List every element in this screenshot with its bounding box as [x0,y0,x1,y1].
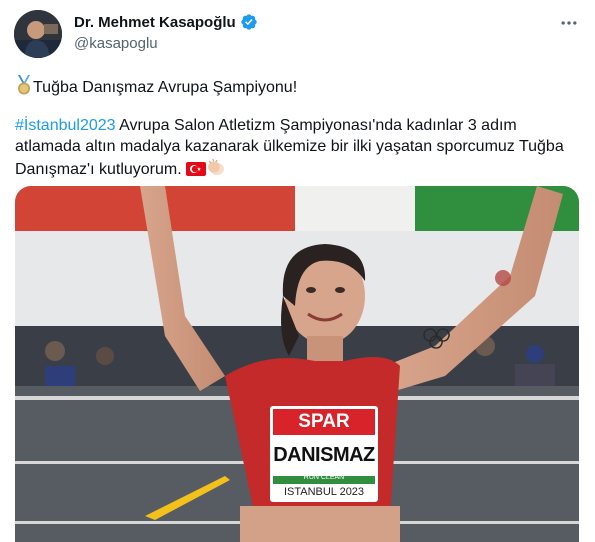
tweet-text: Tuğba Danışmaz Avrupa Şampiyonu! #İstanb… [15,75,585,180]
clapping-hands-icon [208,158,225,175]
hashtag-link[interactable]: #İstanbul2023 [15,117,116,134]
turkey-flag-icon [186,162,207,176]
bib-event: ISTANBUL 2023 [283,486,365,498]
avatar[interactable] [14,10,62,58]
avatar-image [14,10,62,58]
tweet-line-1: Tuğba Danışmaz Avrupa Şampiyonu! [33,79,298,96]
author-handle[interactable]: @kasapoglu [74,35,158,52]
medal-icon [18,75,30,95]
tweet-media-photo[interactable]: SPAR DANISMAZ RUN CLEAN ISTANBUL 2023 [15,186,579,542]
more-horizontal-icon[interactable] [559,13,579,33]
bib-slogan: RUN CLEAN [303,474,345,481]
bib-name: DANISMAZ [273,444,375,466]
verified-badge-icon [241,14,257,30]
bib-sponsor: SPAR [298,411,350,432]
author-name[interactable]: Dr. Mehmet Kasapoğlu [74,14,236,31]
